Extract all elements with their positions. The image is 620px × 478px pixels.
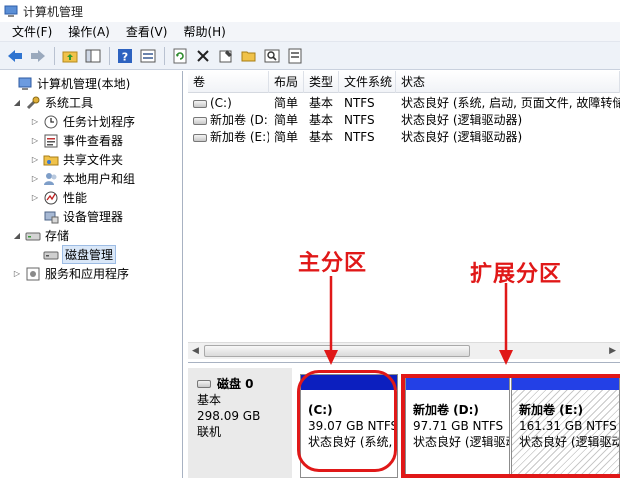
primary-arrow-head-icon <box>324 350 338 365</box>
primary-partition-label: 主分区 <box>298 250 368 276</box>
annotation-arrows <box>324 276 513 365</box>
extended-arrow-head-icon <box>499 350 513 365</box>
extended-partition-label: 扩展分区 <box>470 261 563 287</box>
